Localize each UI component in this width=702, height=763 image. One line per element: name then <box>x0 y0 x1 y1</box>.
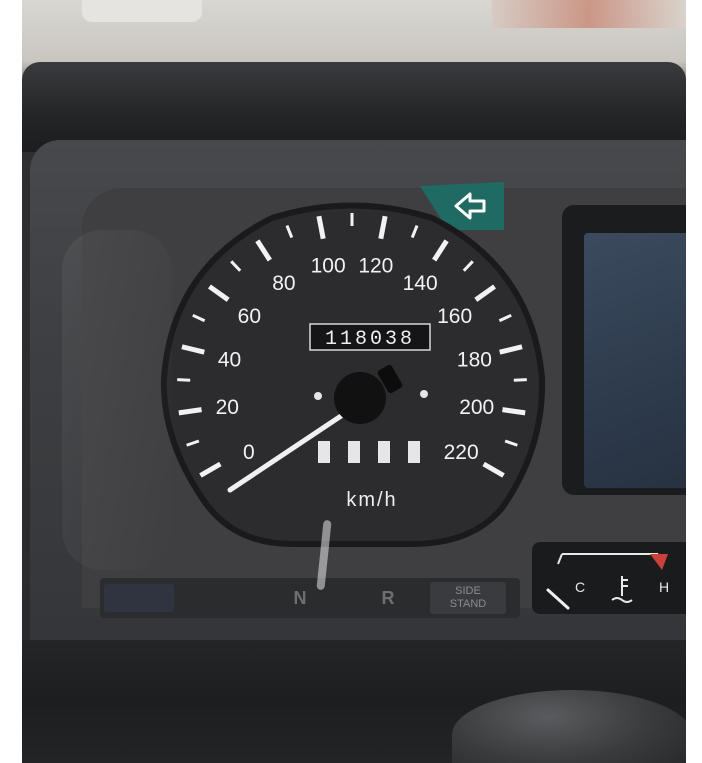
pivot-screw-right <box>420 390 428 398</box>
speed-tick <box>513 378 527 382</box>
speed-label: 20 <box>216 396 239 419</box>
indicator-light-strip: N R SIDE STAND <box>100 578 520 618</box>
coolant-thermometer-icon <box>611 576 633 603</box>
red-reflection <box>492 0 686 28</box>
windshield-glare <box>82 0 202 22</box>
speed-label: 100 <box>311 254 346 277</box>
speed-label: 180 <box>457 348 492 371</box>
temp-cold-label: C <box>575 579 585 595</box>
odometer-reading: 118038 <box>325 328 415 351</box>
pivot-screw-left <box>314 392 322 400</box>
reverse-indicator: R <box>381 587 395 608</box>
speed-tick <box>502 407 526 416</box>
speed-tick <box>178 407 202 416</box>
speed-label: 140 <box>403 272 438 295</box>
temp-hot-label: H <box>659 579 669 595</box>
speed-label: 200 <box>459 396 494 419</box>
temp-needle <box>546 588 570 610</box>
speed-label: 60 <box>238 305 261 328</box>
unit-label: km/h <box>346 489 397 511</box>
dashboard-hood <box>22 62 686 152</box>
instrument-cluster-photo: 20 40 60 80 100 120 140 160 180 200 220 0 118038 km… <box>22 0 686 763</box>
lcd-screen <box>584 233 686 488</box>
side-stand-line1: SIDE <box>455 585 481 597</box>
speed-label: 40 <box>218 348 241 371</box>
fuel-indicator-light <box>104 584 174 612</box>
speed-label: 220 <box>444 441 479 464</box>
hot-zone-marker <box>650 554 668 570</box>
speedometer: 20 40 60 80 100 120 140 160 180 200 220 0 118038 km… <box>142 188 562 568</box>
lcd-display-housing <box>562 205 686 495</box>
side-stand-line2: STAND <box>449 598 487 610</box>
speed-label: 160 <box>437 305 472 328</box>
speed-label: 120 <box>358 254 393 277</box>
temperature-gauge: C H <box>532 542 686 614</box>
needle-hub <box>334 372 386 424</box>
side-stand-indicator: SIDE STAND <box>430 582 506 614</box>
neutral-indicator: N <box>293 587 307 608</box>
speed-tick <box>177 378 191 382</box>
speed-label: 80 <box>272 272 295 295</box>
odometer: 118038 <box>309 323 431 351</box>
speed-label-zero: 0 <box>243 441 255 464</box>
